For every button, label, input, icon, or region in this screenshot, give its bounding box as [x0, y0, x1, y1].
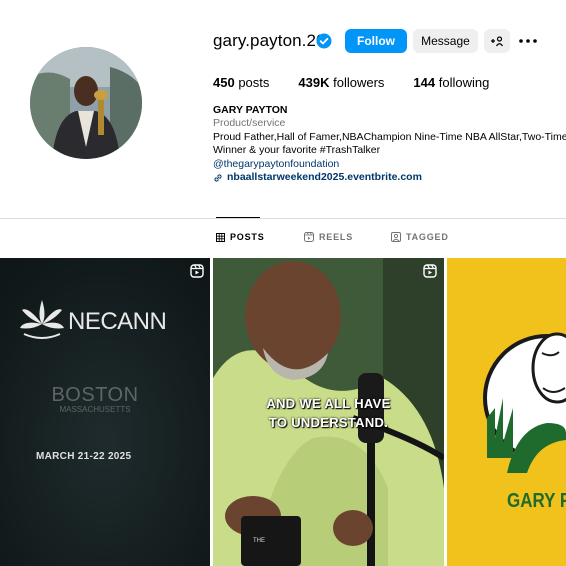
post-1-date: MARCH 21-22 2025	[36, 451, 132, 462]
message-button[interactable]: Message	[413, 29, 478, 53]
bio-external-link[interactable]: nbaallstarweekend2025.eventbrite.com	[213, 171, 566, 184]
stat-followers-label: followers	[333, 75, 385, 90]
profile-bio: GARY PAYTON Product/service Proud Father…	[213, 104, 566, 184]
bio-mention-link[interactable]: @thegarypaytonfoundation	[213, 158, 566, 171]
stat-following[interactable]: 144 following	[413, 75, 489, 90]
avatar-photo	[30, 47, 142, 159]
tab-reels[interactable]: REELS	[304, 232, 353, 242]
reels-icon	[304, 232, 314, 242]
bio-category: Product/service	[213, 117, 286, 130]
stat-following-label: following	[438, 75, 490, 90]
tab-tagged-label: TAGGED	[406, 232, 449, 242]
stat-following-count: 144	[413, 75, 436, 90]
add-user-icon	[491, 36, 503, 47]
post-tile-2[interactable]: AND WE ALL HAVE TO UNDERSTAND. THE	[213, 258, 444, 566]
bio-text-line-1: Proud Father,Hall of Famer,NBAChampion N…	[213, 130, 566, 143]
follow-button[interactable]: Follow	[345, 29, 407, 53]
stat-followers[interactable]: 439K followers	[298, 75, 384, 90]
post-3-image	[447, 258, 566, 566]
post-2-mug-text: THE	[253, 538, 265, 544]
bio-external-link-text: nbaallstarweekend2025.eventbrite.com	[227, 171, 422, 184]
more-horizontal-icon	[519, 39, 537, 43]
tab-reels-label: REELS	[319, 232, 354, 242]
active-tab-indicator	[216, 217, 260, 218]
stat-followers-count: 439K	[298, 75, 330, 90]
verified-badge-icon	[316, 33, 332, 49]
post-1-state: MASSACHUSETTS	[59, 405, 131, 414]
bio-name: GARY PAYTON	[213, 104, 288, 116]
post-1-city: BOSTON	[51, 384, 139, 406]
link-icon	[214, 174, 222, 182]
bio-text-line-2: Winner & your favorite #TrashTalker	[213, 144, 381, 157]
tab-posts[interactable]: POSTS	[216, 232, 265, 242]
posts-grid: NECANN BOSTON MASSACHUSETTS MARCH 21-22 …	[0, 258, 566, 566]
stat-posts-label: posts	[238, 75, 270, 90]
profile-username: gary.payton.20	[213, 31, 326, 50]
post-tile-3[interactable]: GARY P	[447, 258, 566, 566]
profile-stats: 450 posts 439K followers 144 following	[213, 75, 518, 90]
stat-posts-count: 450	[213, 75, 235, 90]
post-2-caption-line-2: TO UNDERSTAND.	[268, 415, 389, 430]
post-tile-1[interactable]: NECANN BOSTON MASSACHUSETTS MARCH 21-22 …	[0, 258, 210, 566]
post-2-caption-line-1: AND WE ALL HAVE	[266, 396, 391, 411]
more-options-button[interactable]	[518, 31, 538, 51]
reel-icon	[190, 264, 204, 278]
post-3-text: GARY P	[507, 490, 566, 512]
suggested-users-button[interactable]	[484, 29, 510, 53]
tab-tagged[interactable]: TAGGED	[391, 232, 449, 242]
tagged-icon	[391, 232, 401, 242]
post-1-brand: NECANN	[68, 308, 167, 335]
profile-avatar[interactable]	[30, 47, 142, 159]
reel-icon	[423, 264, 437, 278]
post-2-caption: AND WE ALL HAVE TO UNDERSTAND.	[213, 394, 444, 432]
tabs-divider	[0, 218, 566, 219]
stat-posts: 450 posts	[213, 75, 269, 90]
tab-posts-label: POSTS	[230, 232, 265, 242]
grid-icon	[216, 232, 225, 242]
